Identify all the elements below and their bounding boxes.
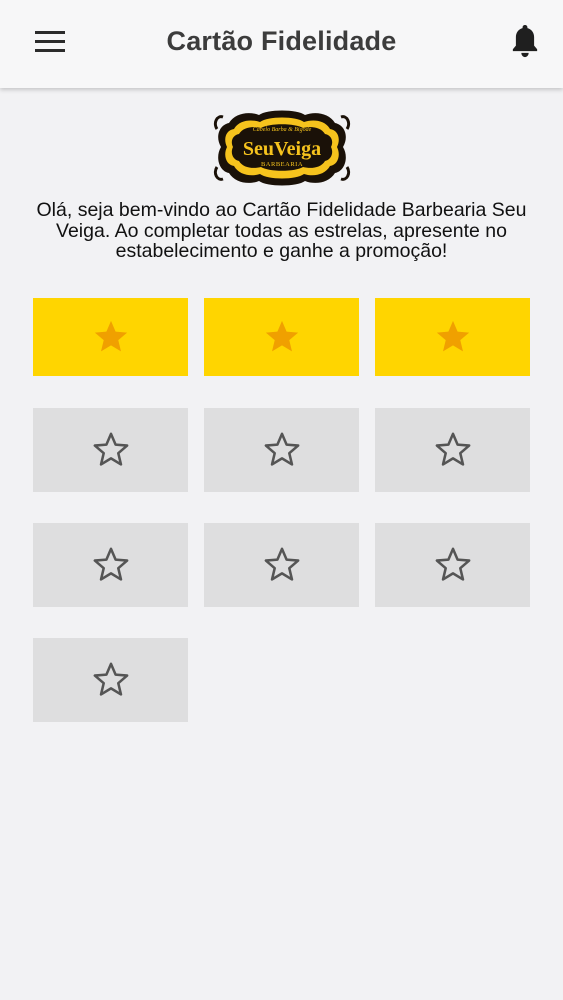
stamp-tile-empty[interactable] (33, 638, 188, 722)
barbershop-logo: Cabelo Barba & Bigode SeuVeiga BARBEARIA (213, 107, 351, 189)
star-outline-icon (93, 432, 128, 466)
stamp-tile-filled[interactable] (204, 298, 359, 376)
notifications-button[interactable] (505, 18, 545, 66)
star-outline-icon (93, 547, 128, 581)
welcome-message: Olá, seja bem-vindo ao Cartão Fidelidade… (36, 199, 527, 262)
stamp-tile-empty[interactable] (33, 408, 188, 492)
star-filled-icon (436, 320, 469, 352)
star-outline-icon (435, 432, 470, 466)
app-bar: Cartão Fidelidade (0, 0, 563, 88)
stamp-tile-filled[interactable] (33, 298, 188, 376)
star-outline-icon (264, 547, 299, 581)
logo-tagline: Cabelo Barba & Bigode (253, 127, 312, 133)
bell-icon (512, 25, 538, 58)
star-outline-icon (264, 432, 299, 466)
star-filled-icon (94, 320, 127, 352)
logo-brand-name: SeuVeiga (243, 138, 321, 160)
star-filled-icon (265, 320, 298, 352)
stamp-tile-filled[interactable] (375, 298, 530, 376)
page-title: Cartão Fidelidade (166, 26, 397, 56)
stamp-tile-empty[interactable] (204, 523, 359, 607)
stamp-tile-empty[interactable] (375, 523, 530, 607)
star-outline-icon (93, 662, 128, 696)
stamp-tile-empty[interactable] (33, 523, 188, 607)
stamp-tile-empty[interactable] (375, 408, 530, 492)
stamp-tile-empty[interactable] (204, 408, 359, 492)
star-outline-icon (435, 547, 470, 581)
logo-subtitle: BARBEARIA (261, 161, 303, 168)
